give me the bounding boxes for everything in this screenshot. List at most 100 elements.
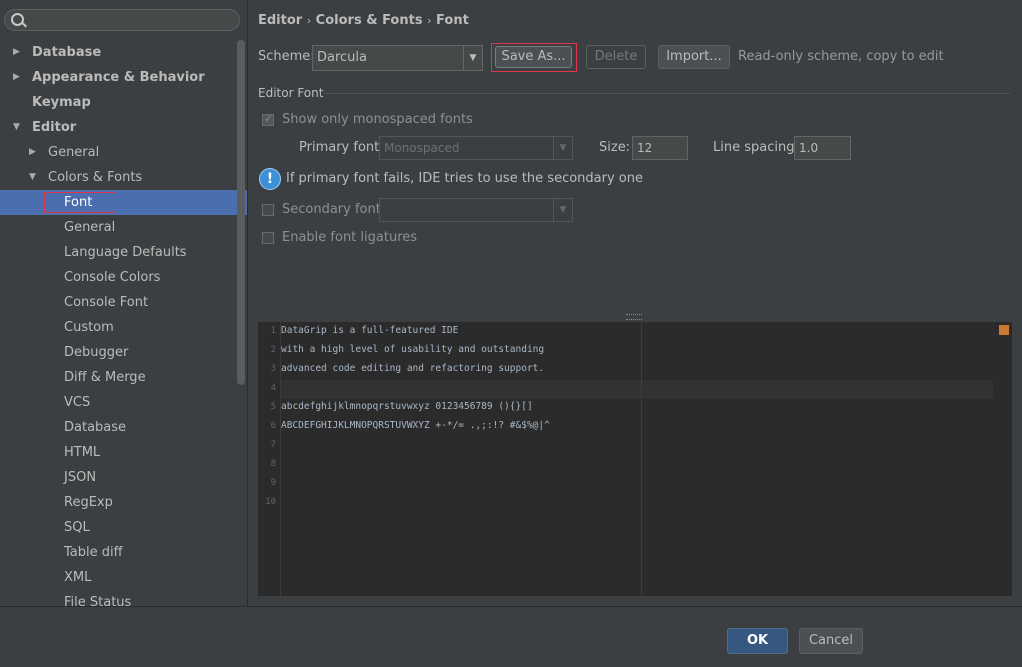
expanded-arrow-icon[interactable]: ▼ <box>29 165 36 190</box>
sidebar-item-console-colors[interactable]: Console Colors <box>0 265 247 290</box>
search-input[interactable] <box>27 12 231 30</box>
breadcrumb: Editor › Colors & Fonts › Font <box>258 13 469 28</box>
tree-scrollbar[interactable] <box>237 40 245 385</box>
scheme-value: Darcula <box>317 50 368 65</box>
delete-button[interactable]: Delete <box>586 45 646 69</box>
dialog-footer <box>0 606 1022 667</box>
secondary-font-checkbox[interactable] <box>262 204 274 216</box>
search-icon <box>11 13 24 26</box>
sidebar-item-label: Database <box>64 420 127 435</box>
sidebar-item-label: General <box>48 145 100 160</box>
sidebar-item-label: Database <box>32 45 102 60</box>
sidebar-item-database[interactable]: Database <box>0 415 247 440</box>
sidebar-item-debugger[interactable]: Debugger <box>0 340 247 365</box>
cancel-button[interactable]: Cancel <box>799 628 863 654</box>
sidebar-item-diff-merge[interactable]: Diff & Merge <box>0 365 247 390</box>
code-line: DataGrip is a full-featured IDE <box>281 325 459 336</box>
sidebar-item-label: Custom <box>64 320 114 335</box>
sidebar-item-database[interactable]: ▶ Database <box>0 40 247 65</box>
sidebar-item-label: Keymap <box>32 95 91 110</box>
sidebar-item-keymap[interactable]: Keymap <box>0 90 247 115</box>
chevron-down-icon: ▼ <box>463 46 482 70</box>
code-line: abcdefghijklmnopqrstuvwxyz 0123456789 ()… <box>281 401 533 412</box>
sidebar-item-label: SQL <box>64 520 90 535</box>
sidebar-item-label: Diff & Merge <box>64 370 146 385</box>
sidebar-item-vcs[interactable]: VCS <box>0 390 247 415</box>
sidebar-item-label: General <box>64 220 116 235</box>
settings-search-box[interactable] <box>4 9 240 31</box>
sidebar-item-label: Console Font <box>64 295 149 310</box>
sidebar-item-appearance-behavior[interactable]: ▶ Appearance & Behavior <box>0 65 247 90</box>
show-mono-label: Show only monospaced fonts <box>282 112 473 127</box>
sidebar-item-editor[interactable]: ▼ Editor <box>0 115 247 140</box>
sidebar-item-label: Editor <box>32 120 77 135</box>
sidebar-item-label: VCS <box>64 395 91 410</box>
font-preview-editor[interactable]: 1 DataGrip is a full-featured IDE 2 with a … <box>258 322 1012 596</box>
sidebar-item-label: RegExp <box>64 495 113 510</box>
sidebar-item-label: JSON <box>64 470 97 485</box>
breadcrumb-colors-fonts: Colors & Fonts <box>315 13 423 28</box>
sidebar-item-sql[interactable]: SQL <box>0 515 247 540</box>
sidebar-item-json[interactable]: JSON <box>0 465 247 490</box>
ok-button[interactable]: OK <box>727 628 788 654</box>
sidebar-item-custom[interactable]: Custom <box>0 315 247 340</box>
sidebar-item-xml[interactable]: XML <box>0 565 247 590</box>
info-text: If primary font fails, IDE tries to use … <box>286 171 643 186</box>
line-number: 10 <box>265 497 276 507</box>
line-spacing-input[interactable]: 1.0 <box>794 136 851 160</box>
code-line: ABCDEFGHIJKLMNOPQRSTUVWXYZ +-*/= .,;:!? … <box>281 420 550 431</box>
ligatures-checkbox[interactable] <box>262 232 274 244</box>
sidebar-item-table-diff[interactable]: Table diff <box>0 540 247 565</box>
info-icon: ! <box>259 168 281 190</box>
sidebar-item-label: Appearance & Behavior <box>32 70 205 85</box>
sidebar-item-general[interactable]: General <box>0 215 247 240</box>
collapsed-arrow-icon[interactable]: ▶ <box>13 65 20 90</box>
import-button[interactable]: Import... <box>658 45 730 69</box>
read-only-note: Read-only scheme, copy to edit <box>738 49 944 64</box>
line-number: 6 <box>270 421 276 431</box>
collapsed-arrow-icon[interactable]: ▶ <box>29 140 36 165</box>
sidebar-item-label: HTML <box>64 445 101 460</box>
sidebar-item-language-defaults[interactable]: Language Defaults <box>0 240 247 265</box>
sidebar-item-label: Colors & Fonts <box>48 170 143 185</box>
breadcrumb-separator: › <box>306 14 312 27</box>
sidebar-item-font[interactable]: Font <box>0 190 247 215</box>
collapsed-arrow-icon[interactable]: ▶ <box>13 40 20 65</box>
primary-font-select[interactable]: Monospaced ▼ <box>379 136 573 160</box>
line-number: 5 <box>270 402 276 412</box>
save-as-button[interactable]: Save As... <box>495 46 572 68</box>
sidebar-item-colors-fonts[interactable]: ▼ Colors & Fonts <box>0 165 247 190</box>
sidebar-item-label: XML <box>64 570 92 585</box>
primary-font-value: Monospaced <box>384 141 460 155</box>
editor-font-section-title: Editor Font <box>258 86 324 100</box>
splitter-handle[interactable] <box>626 314 642 320</box>
show-mono-checkbox[interactable]: ✓ <box>262 112 274 126</box>
error-stripe-marker <box>999 325 1009 335</box>
check-icon: ✓ <box>264 112 274 125</box>
size-label: Size: <box>599 140 631 155</box>
sidebar-item-label: Language Defaults <box>64 245 187 260</box>
size-input[interactable]: 12 <box>632 136 688 160</box>
sidebar-item-label: Debugger <box>64 345 129 360</box>
line-number: 3 <box>270 364 276 374</box>
breadcrumb-font: Font <box>436 13 469 28</box>
sidebar-item-console-font[interactable]: Console Font <box>0 290 247 315</box>
chevron-down-icon: ▼ <box>553 199 572 221</box>
settings-tree-panel: ▶ Database ▶ Appearance & Behavior Keymap ▼ Ed… <box>0 0 248 610</box>
expanded-arrow-icon[interactable]: ▼ <box>13 115 20 140</box>
current-line-highlight <box>281 380 993 399</box>
section-divider <box>324 93 1010 94</box>
secondary-font-select[interactable]: ▼ <box>379 198 573 222</box>
line-number: 9 <box>270 478 276 488</box>
chevron-down-icon: ▼ <box>553 137 572 159</box>
sidebar-item-regexp[interactable]: RegExp <box>0 490 247 515</box>
sidebar-item-general[interactable]: ▶ General <box>0 140 247 165</box>
code-line: advanced code editing and refactoring su… <box>281 363 545 374</box>
line-spacing-label: Line spacing: <box>713 140 799 155</box>
line-number: 4 <box>270 383 276 393</box>
sidebar-item-html[interactable]: HTML <box>0 440 247 465</box>
sidebar-item-label: Table diff <box>64 545 123 560</box>
scheme-select[interactable]: Darcula ▼ <box>312 45 483 71</box>
ligatures-label: Enable font ligatures <box>282 230 418 245</box>
line-number: 7 <box>270 440 276 450</box>
